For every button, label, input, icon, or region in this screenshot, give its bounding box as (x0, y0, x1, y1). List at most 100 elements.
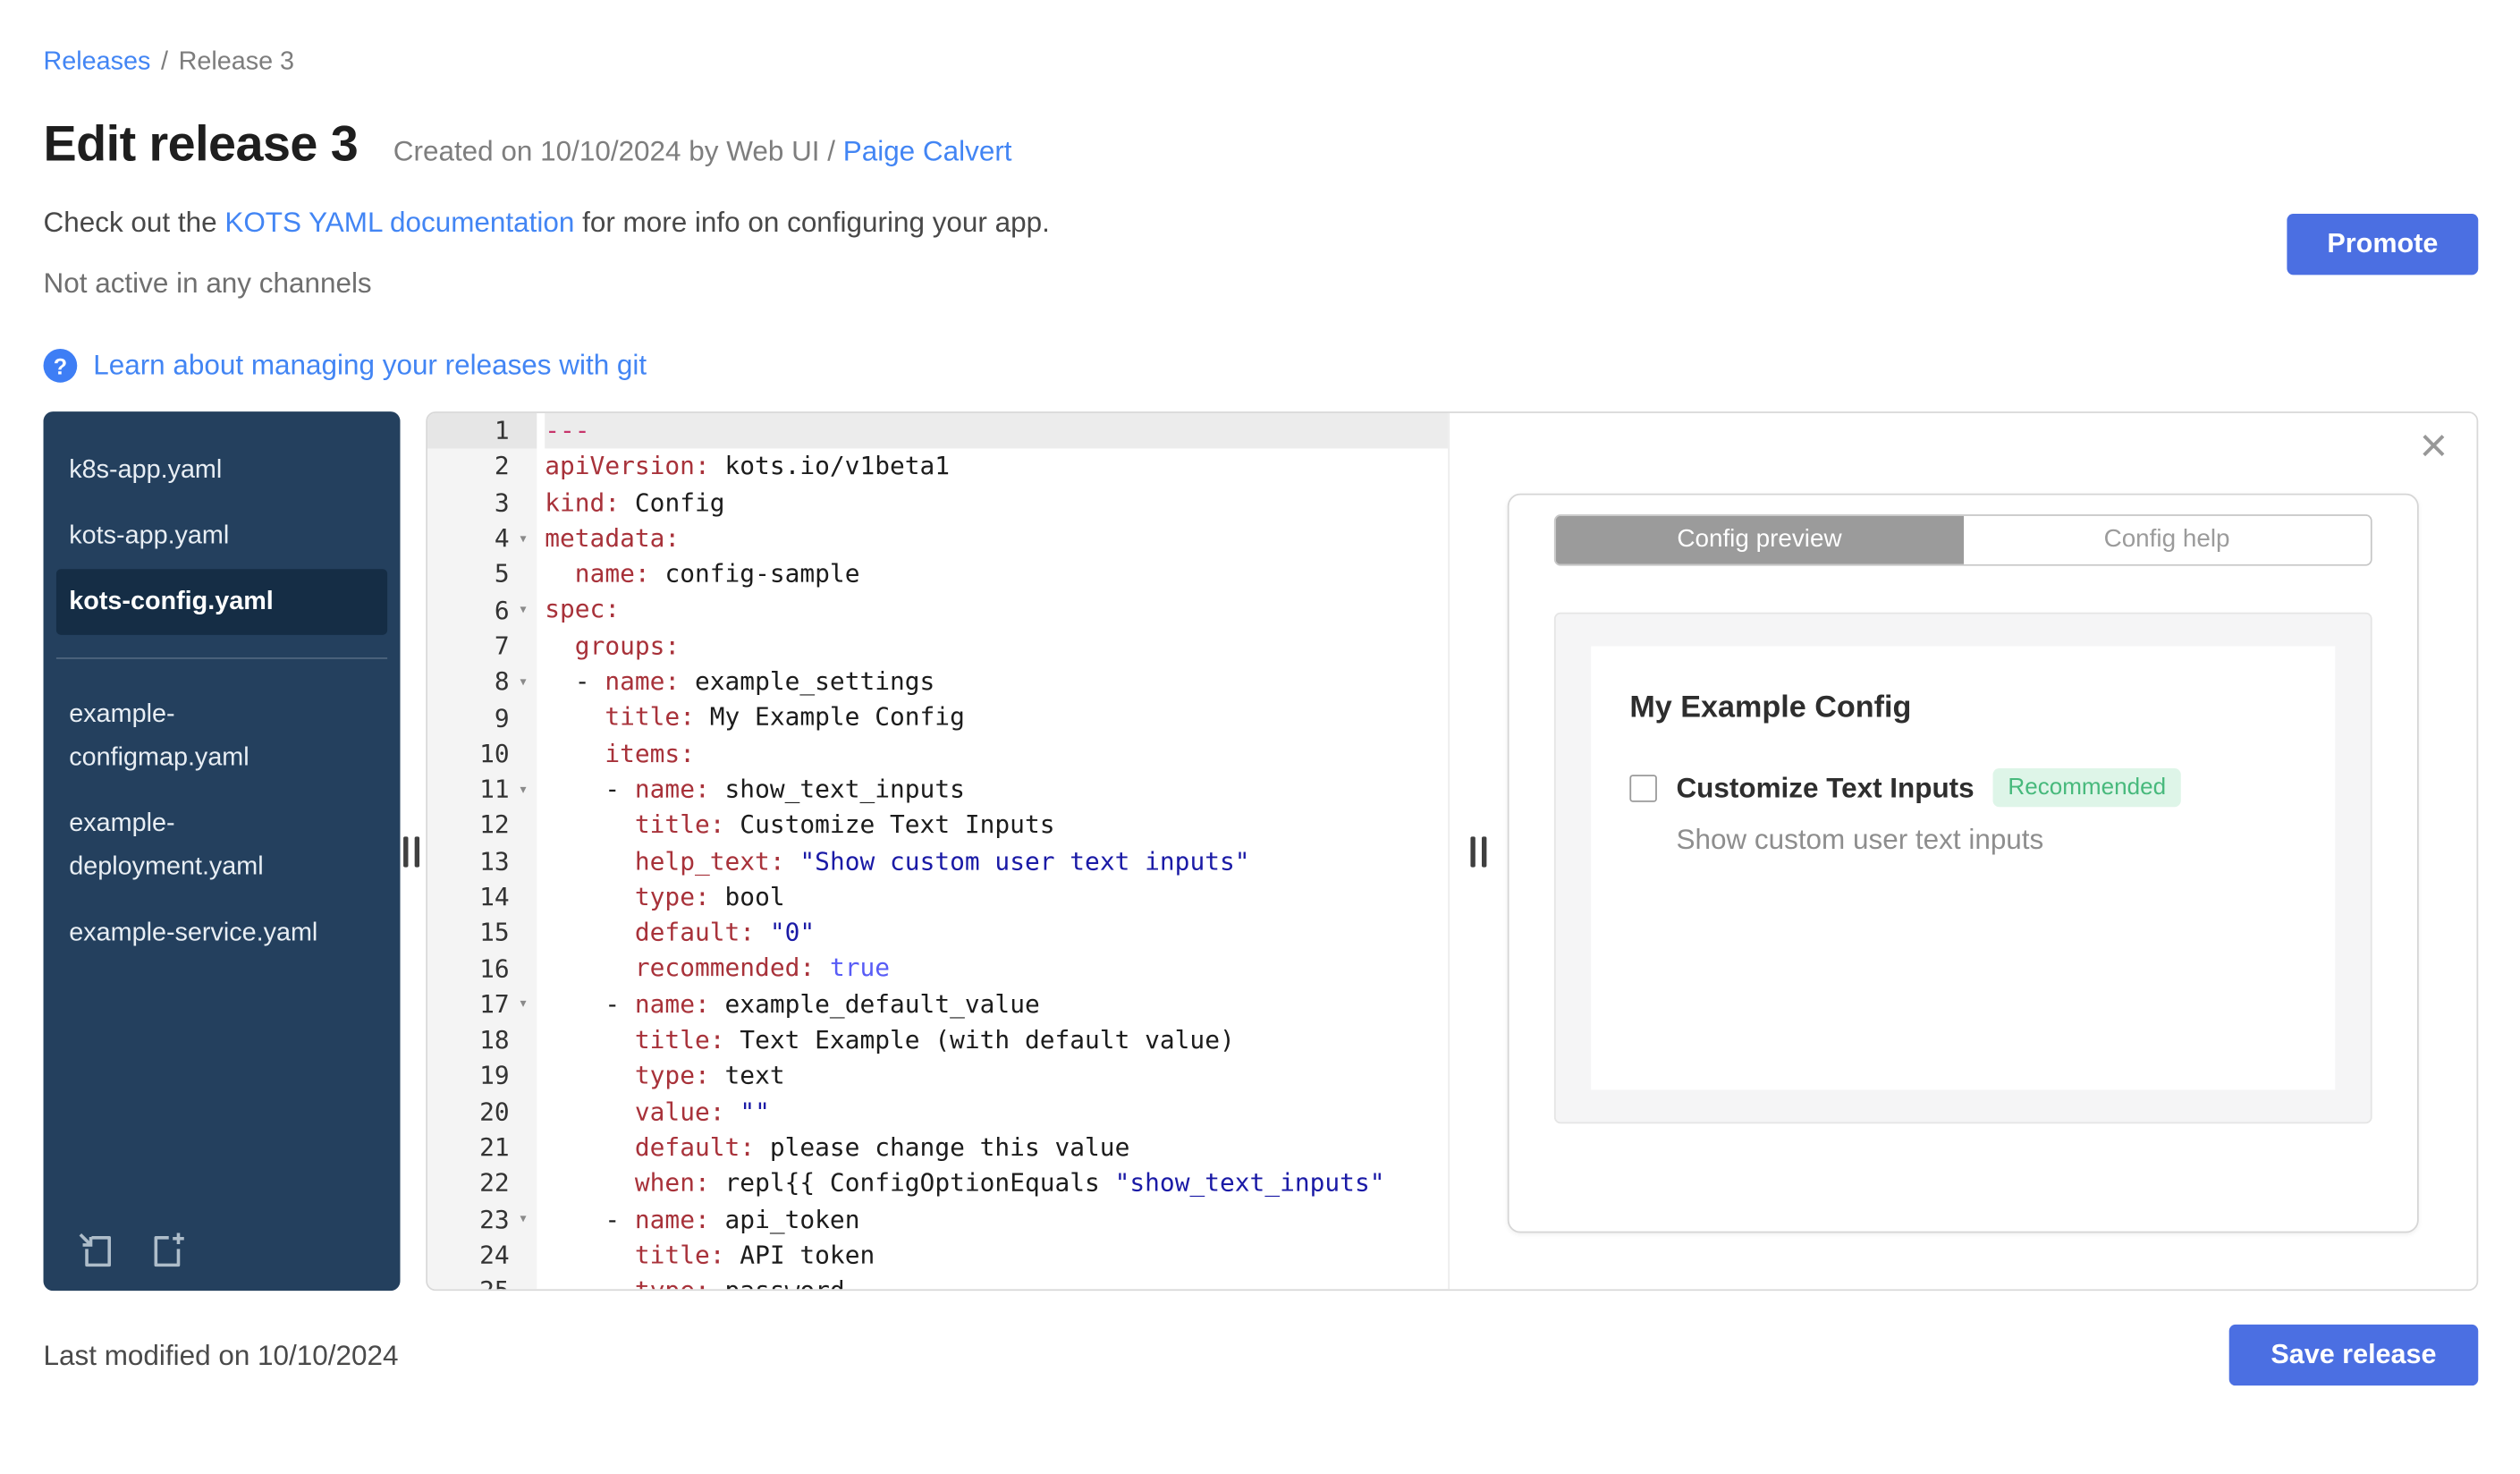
fold-icon[interactable]: ▾ (510, 995, 537, 1013)
code-line-21[interactable]: default: please change this value (545, 1130, 1448, 1165)
git-releases-row: ? Learn about managing your releases wit… (43, 348, 647, 383)
fold-icon[interactable]: ▾ (510, 601, 537, 619)
author-link[interactable]: Paige Calvert (843, 135, 1012, 167)
code-line-5[interactable]: name: config-sample (545, 556, 1448, 592)
fold-icon[interactable]: ▾ (510, 673, 537, 691)
code-line-6[interactable]: spec: (545, 592, 1448, 628)
editor-gutter: 1 2 3 4 ▾ 5 6 ▾ 7 8 ▾ 9 10 11 ▾ 12 13 14 15 16 17 ▾ 18 19 20 21 22… (427, 412, 537, 1290)
kots-docs-link[interactable]: KOTS YAML documentation (224, 206, 574, 238)
code-line-13[interactable]: help_text: "Show custom user text inputs… (545, 843, 1448, 879)
file-item-example-service-yaml[interactable]: example-service.yaml (44, 900, 401, 966)
customize-text-inputs-checkbox[interactable] (1629, 774, 1657, 801)
code-line-20[interactable]: value: "" (545, 1094, 1448, 1130)
gutter-line: 13 (479, 846, 510, 876)
gutter-line: 20 (479, 1097, 510, 1127)
gutter-line: 1 (427, 412, 537, 449)
config-preview-card: Config preview Config help My Example Co… (1507, 493, 2419, 1233)
code-line-7[interactable]: groups: (545, 628, 1448, 664)
code-line-2[interactable]: apiVersion: kots.io/v1beta1 (545, 449, 1448, 485)
code-line-8[interactable]: - name: example_settings (545, 664, 1448, 699)
fold-icon[interactable]: ▾ (510, 1211, 537, 1229)
new-file-icon[interactable] (147, 1230, 189, 1272)
tab-config-help[interactable]: Config help (1963, 515, 2371, 564)
gutter-line: 8 ▾ (427, 664, 537, 699)
fold-icon[interactable]: ▾ (510, 781, 537, 799)
editor-preview-panel: 1 2 3 4 ▾ 5 6 ▾ 7 8 ▾ 9 10 11 ▾ 12 13 14 15 16 17 ▾ 18 19 20 21 22… (426, 411, 2479, 1292)
code-line-17[interactable]: - name: example_default_value (545, 987, 1448, 1022)
code-line-24[interactable]: title: API token (545, 1238, 1448, 1274)
preview-resize-handle[interactable] (1470, 835, 1487, 867)
upload-file-icon[interactable] (75, 1230, 117, 1272)
code-line-16[interactable]: recommended: true (545, 951, 1448, 987)
config-group-card: My Example Config Customize Text Inputs … (1591, 646, 2336, 1090)
breadcrumb-releases-link[interactable]: Releases (44, 48, 151, 76)
config-group-title: My Example Config (1629, 690, 1912, 725)
fold-icon[interactable]: ▾ (510, 529, 537, 547)
code-line-10[interactable]: items: (545, 736, 1448, 772)
code-line-4[interactable]: metadata: (545, 521, 1448, 556)
file-item-example-deployment-yaml[interactable]: example-deployment.yaml (44, 791, 401, 900)
file-list: k8s-app.yaml kots-app.yaml kots-config.yam… (44, 437, 401, 966)
docs-prefix: Check out the (43, 206, 225, 238)
code-line-14[interactable]: type: bool (545, 879, 1448, 915)
release-editor-workspace: k8s-app.yaml kots-app.yaml kots-config.yam… (43, 411, 2479, 1292)
file-item-kots-app-yaml[interactable]: kots-app.yaml (44, 504, 401, 570)
promote-button[interactable]: Promote (2287, 214, 2479, 275)
gutter-line: 23 ▾ (427, 1201, 537, 1237)
editor-code: --- apiVersion: kots.io/v1beta1 kind: Conf… (537, 412, 1449, 1289)
code-line-19[interactable]: type: text (545, 1058, 1448, 1094)
breadcrumb: Releases / Release 3 (44, 48, 2479, 77)
gutter-line: 15 (479, 918, 510, 948)
config-item-help-text: Show custom user text inputs (1676, 823, 2044, 856)
created-info: Created on 10/10/2024 by Web UI / Paige … (393, 135, 1012, 169)
code-line-1[interactable]: --- (545, 412, 1449, 449)
gutter-line: 11 ▾ (427, 772, 537, 808)
gutter-line: 14 (479, 882, 510, 912)
title-row: Edit release 3 Created on 10/10/2024 by … (44, 115, 2479, 174)
gutter-line: 5 (494, 560, 510, 589)
gutter-line: 7 (494, 631, 510, 661)
save-release-button[interactable]: Save release (2228, 1324, 2479, 1386)
code-line-9[interactable]: title: My Example Config (545, 699, 1448, 735)
code-line-11[interactable]: - name: show_text_inputs (545, 772, 1448, 808)
docs-suffix: for more info on configuring your app. (574, 206, 1050, 238)
gutter-line: 3 (494, 487, 510, 518)
code-line-3[interactable]: kind: Config (545, 485, 1448, 521)
git-releases-link[interactable]: Learn about managing your releases with … (93, 349, 647, 383)
code-line-22[interactable]: when: repl{{ ConfigOptionEquals "show_te… (545, 1165, 1448, 1201)
close-icon[interactable]: × (2420, 422, 2448, 471)
gutter-line: 24 (479, 1241, 510, 1270)
file-item-kots-config-yaml[interactable]: kots-config.yaml (55, 569, 388, 635)
gutter-line: 16 (479, 953, 510, 984)
tab-config-preview[interactable]: Config preview (1555, 515, 1964, 564)
code-line-25[interactable]: type: password (545, 1274, 1448, 1289)
code-line-23[interactable]: - name: api_token (545, 1201, 1448, 1237)
config-preview-panel: × Config preview Config help My Example … (1448, 412, 2477, 1290)
breadcrumb-separator: / (153, 47, 175, 76)
gutter-line: 17 ▾ (427, 987, 537, 1022)
gutter-line: 25 (427, 1274, 537, 1289)
config-item-label: Customize Text Inputs (1676, 770, 1975, 803)
sidebar-resize-handle[interactable] (403, 835, 420, 867)
preview-tabs: Config preview Config help (1553, 514, 2372, 566)
docs-line: Check out the KOTS YAML documentation fo… (44, 206, 2479, 240)
gutter-line: 4 ▾ (427, 521, 537, 556)
code-line-12[interactable]: title: Customize Text Inputs (545, 808, 1448, 843)
help-question-icon: ? (43, 348, 78, 383)
gutter-line: 18 (479, 1025, 510, 1055)
file-list-divider (55, 657, 388, 659)
code-line-15[interactable]: default: "0" (545, 915, 1448, 951)
gutter-line: 6 ▾ (427, 592, 537, 628)
gutter-line: 9 (494, 703, 510, 733)
yaml-code-editor[interactable]: 1 2 3 4 ▾ 5 6 ▾ 7 8 ▾ 9 10 11 ▾ 12 13 14 15 16 17 ▾ 18 19 20 21 22… (427, 412, 1449, 1290)
file-item-k8s-app-yaml[interactable]: k8s-app.yaml (44, 437, 401, 504)
gutter-line: 10 (479, 739, 510, 768)
code-line-18[interactable]: title: Text Example (with default value) (545, 1022, 1448, 1058)
file-item-example-configmap-yaml[interactable]: example-configmap.yaml (44, 682, 401, 791)
gutter-line: 19 (479, 1062, 510, 1091)
footer: Last modified on 10/10/2024 Save release (44, 1324, 2479, 1386)
config-preview-body: My Example Config Customize Text Inputs … (1553, 612, 2372, 1124)
sidebar-actions (75, 1230, 188, 1272)
gutter-line: 21 (479, 1133, 510, 1163)
page-title: Edit release 3 (43, 115, 359, 173)
